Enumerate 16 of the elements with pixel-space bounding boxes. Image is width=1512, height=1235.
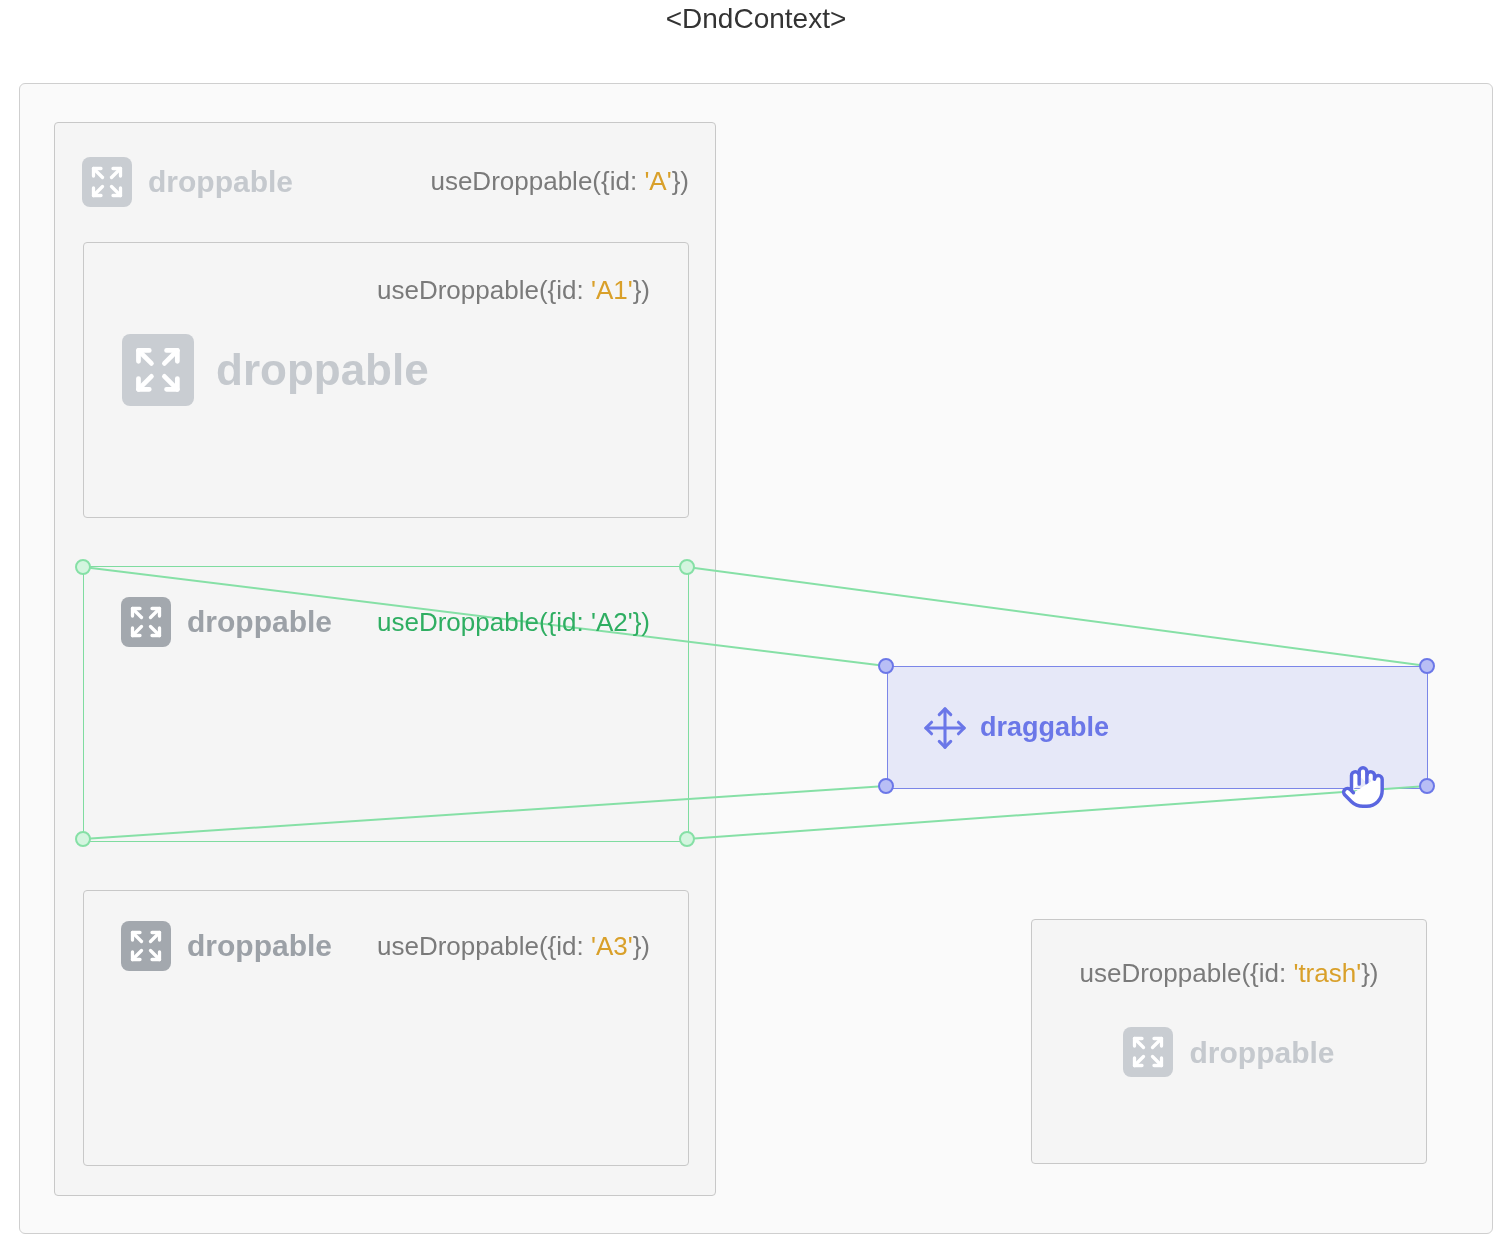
move-icon bbox=[922, 704, 968, 751]
draggable-label: draggable bbox=[980, 711, 1110, 745]
draggable-box[interactable]: draggable bbox=[887, 666, 1428, 789]
expand-icon bbox=[121, 597, 171, 647]
droppable-label: droppable bbox=[187, 928, 332, 964]
hand-cursor-icon bbox=[1340, 764, 1386, 810]
expand-icon bbox=[1123, 1027, 1174, 1077]
code-label: useDroppable({id: 'A1'}) bbox=[377, 274, 650, 307]
code-label: useDroppable({id: 'A'}) bbox=[430, 165, 689, 198]
expand-icon bbox=[82, 156, 132, 207]
code-label: useDroppable({id: 'A3'}) bbox=[377, 930, 650, 963]
expand-icon bbox=[121, 921, 171, 971]
code-label: useDroppable({id: 'trash'}) bbox=[1079, 958, 1379, 988]
context-title: <DndContext> bbox=[665, 1, 847, 36]
droppable-label: droppable bbox=[187, 604, 332, 640]
expand-icon bbox=[122, 334, 194, 406]
